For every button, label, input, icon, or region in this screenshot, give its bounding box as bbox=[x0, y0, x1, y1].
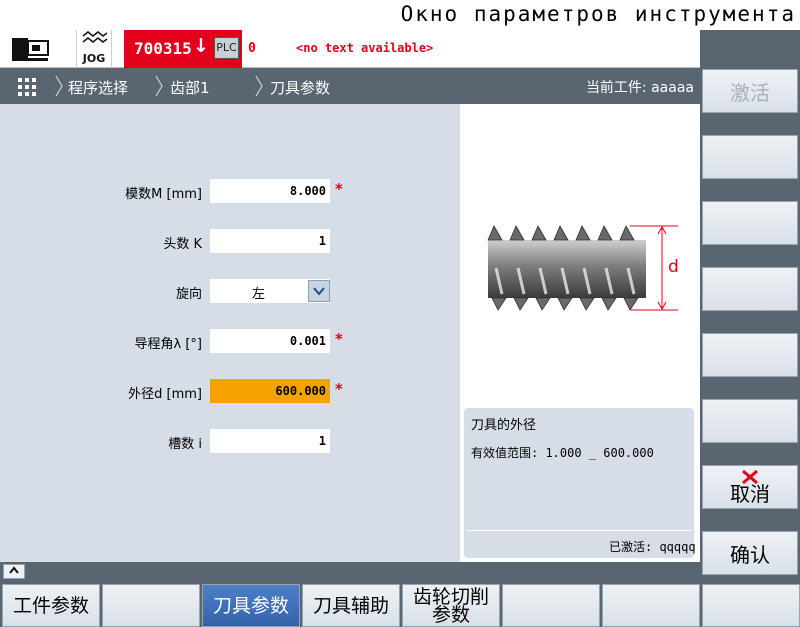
activate-button[interactable]: 激活 bbox=[702, 69, 798, 113]
gear-cutting-label-line2: 参数 bbox=[431, 603, 470, 626]
vertical-softkey-2[interactable] bbox=[702, 135, 798, 179]
current-workpiece: 当前工件: aaaaa bbox=[585, 80, 694, 96]
diameter-dimension-label: d bbox=[668, 257, 679, 277]
tool-params-tab[interactable]: 刀具参数 bbox=[202, 584, 300, 627]
required-mark: * bbox=[335, 330, 343, 348]
expand-up-button[interactable] bbox=[3, 564, 25, 579]
diameter-label: 外径d [mm] bbox=[128, 387, 202, 402]
lead-angle-input[interactable]: 0.001 bbox=[210, 329, 330, 353]
softkey-top-blank bbox=[702, 30, 798, 66]
gear-cutting-label-line1: 齿轮切削 bbox=[412, 585, 489, 608]
help-title: 刀具的外径 bbox=[471, 418, 537, 433]
alarm-count: 0 bbox=[248, 41, 256, 56]
breadcrumb-chevron-icon bbox=[255, 75, 263, 97]
horizontal-softkey-7[interactable] bbox=[602, 584, 700, 627]
required-mark: * bbox=[335, 180, 343, 198]
vertical-softkey-6[interactable] bbox=[702, 399, 798, 443]
workpiece-params-tab[interactable]: 工件参数 bbox=[2, 584, 100, 627]
chevron-down-icon bbox=[313, 287, 325, 296]
direction-value: 左 bbox=[252, 287, 266, 302]
window-caption-text: Окно параметров инструмента bbox=[400, 2, 796, 26]
chevron-up-icon bbox=[9, 566, 19, 574]
horizontal-softkey-8[interactable] bbox=[702, 584, 800, 627]
flutes-input[interactable]: 1 bbox=[210, 429, 330, 453]
vertical-softkey-4[interactable] bbox=[702, 267, 798, 311]
diameter-input[interactable]: 600.000 bbox=[210, 379, 330, 403]
breadcrumb-item-tool-params[interactable]: 刀具参数 bbox=[270, 77, 330, 98]
alarm-code: 700315 bbox=[134, 39, 192, 58]
vertical-softkey-3[interactable] bbox=[702, 201, 798, 245]
module-label: 模数M [mm] bbox=[125, 187, 202, 202]
module-input[interactable]: 8.000 bbox=[210, 179, 330, 203]
jog-mode-label: JOG bbox=[82, 52, 106, 65]
gear-cutting-params-tab[interactable]: 齿轮切削 参数 bbox=[402, 584, 500, 627]
confirm-button[interactable]: 确认 bbox=[702, 531, 798, 575]
starts-label: 头数 K bbox=[163, 237, 202, 252]
tool-aux-tab[interactable]: 刀具辅助 bbox=[302, 584, 400, 627]
alarm-text: <no text available> bbox=[296, 41, 434, 55]
arrow-down-icon: ↓ bbox=[193, 35, 209, 57]
menu-grid-icon[interactable] bbox=[18, 78, 36, 96]
help-activated: 已激活: qqqqq bbox=[609, 540, 696, 554]
horizontal-softkey-2[interactable] bbox=[102, 584, 200, 627]
cancel-label: 取消 bbox=[730, 482, 770, 506]
lead-angle-label: 导程角λ [°] bbox=[134, 337, 202, 352]
breadcrumb-item-tooth[interactable]: 齿部1 bbox=[170, 77, 210, 98]
direction-dropdown-button[interactable] bbox=[308, 280, 330, 302]
breadcrumb-item-program-select[interactable]: 程序选择 bbox=[68, 77, 128, 98]
breadcrumb-chevron-icon bbox=[155, 75, 163, 97]
starts-input[interactable]: 1 bbox=[210, 229, 330, 253]
vertical-softkey-5[interactable] bbox=[702, 333, 798, 377]
horizontal-softkey-6[interactable] bbox=[502, 584, 600, 627]
required-mark: * bbox=[335, 380, 343, 398]
breadcrumb-chevron-icon bbox=[55, 75, 63, 97]
direction-label: 旋向 bbox=[175, 287, 202, 302]
help-valid-range: 有效值范围: 1.000 _ 600.000 bbox=[471, 446, 654, 460]
bottom-strip bbox=[0, 562, 700, 582]
plc-badge: PLC bbox=[214, 37, 239, 59]
machine-icon[interactable] bbox=[10, 36, 50, 62]
flutes-label: 槽数 i bbox=[168, 437, 202, 452]
cancel-button[interactable]: 取消 bbox=[702, 465, 798, 509]
hob-cutter-image bbox=[487, 225, 678, 311]
help-divider bbox=[466, 530, 692, 531]
